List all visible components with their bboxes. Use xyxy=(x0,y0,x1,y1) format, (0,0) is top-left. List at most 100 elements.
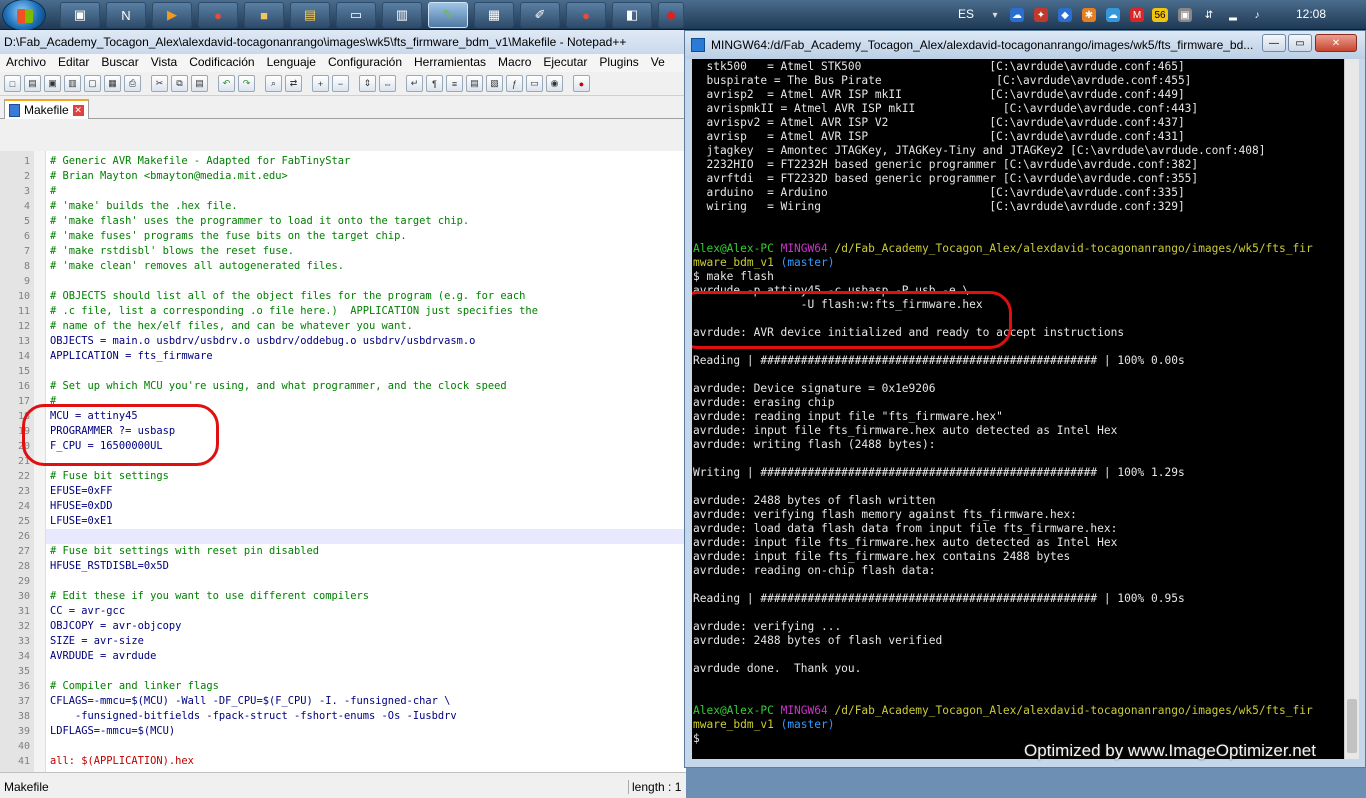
usb-icon[interactable]: ⇵ xyxy=(1202,8,1216,22)
zoom-out-icon[interactable]: − xyxy=(332,75,349,92)
taskbar-app-remote[interactable]: ▭ xyxy=(336,2,376,28)
sync-horizontal-icon[interactable]: ⇔ xyxy=(379,75,396,92)
close-all-icon[interactable]: ▦ xyxy=(104,75,121,92)
start-button[interactable] xyxy=(2,0,46,31)
terminal-line: avrisp2 = Atmel AVR ISP mkII [C:\avrdude… xyxy=(693,88,1185,101)
menu-archivo[interactable]: Archivo xyxy=(0,54,52,72)
terminal-line: stk500 = Atmel STK500 [C:\avrdude\avrdud… xyxy=(693,60,1185,73)
code-line: # OBJECTS should list all of the object … xyxy=(50,290,526,302)
code-line: HFUSE_RSTDISBL=0x5D xyxy=(50,560,169,572)
taskbar-app-pdf[interactable]: ◧ xyxy=(612,2,652,28)
menu-ejecutar[interactable]: Ejecutar xyxy=(537,54,593,72)
taskbar-app-explorer[interactable]: ■ xyxy=(244,2,284,28)
scrollbar-thumb[interactable] xyxy=(1347,699,1357,753)
print-icon[interactable]: ⎙ xyxy=(124,75,141,92)
line-number: 14 xyxy=(17,351,30,362)
cloud-icon[interactable]: ☁ xyxy=(1010,8,1024,22)
terminal-line: avrdude: verifying ... xyxy=(693,620,842,633)
code-line: # Generic AVR Makefile - Adapted for Fab… xyxy=(50,155,351,167)
open-file-icon[interactable]: ▤ xyxy=(24,75,41,92)
close-tab-icon[interactable]: ✕ xyxy=(72,104,84,116)
status-file-type: Makefile xyxy=(4,780,49,794)
tab-makefile[interactable]: Makefile ✕ xyxy=(4,99,89,119)
menu-vista[interactable]: Vista xyxy=(145,54,183,72)
pdf-icon: ◧ xyxy=(625,7,639,22)
onedrive-icon[interactable]: ☁ xyxy=(1106,8,1120,22)
doc-map-icon[interactable]: ▧ xyxy=(486,75,503,92)
find-icon[interactable]: ⌕ xyxy=(265,75,282,92)
taskbar-app-notes[interactable]: ▥ xyxy=(382,2,422,28)
toolbar-separator xyxy=(258,75,262,92)
menu-lenguaje[interactable]: Lenguaje xyxy=(261,54,322,72)
terminal-scrollbar[interactable] xyxy=(1344,59,1359,759)
code-line: # 'make rstdisbl' blows the reset fuse. xyxy=(50,245,294,257)
maximize-button[interactable]: ▭ xyxy=(1288,34,1312,52)
code-editor[interactable]: 1 2 3 4 5 6 7 8 9 10 11 12 13 14 15 16 17 18 19 20 21 22 23 24 2… xyxy=(0,151,686,772)
terminal-line: avrftdi = FT2232D based generic programm… xyxy=(693,172,1199,185)
zoom-in-icon[interactable]: + xyxy=(312,75,329,92)
minimize-button[interactable]: — xyxy=(1262,34,1286,52)
settings-icon[interactable]: ✱ xyxy=(1082,8,1096,22)
undo-icon[interactable]: ↶ xyxy=(218,75,235,92)
language-indicator[interactable]: ES xyxy=(958,7,974,21)
network-drive-icon[interactable]: ▣ xyxy=(1178,8,1192,22)
minimize-icon: — xyxy=(1269,37,1279,49)
volume-icon[interactable]: ♪ xyxy=(1250,8,1264,22)
terminal-line: avrispmkII = Atmel AVR ISP mkII [C:\avrd… xyxy=(693,102,1199,115)
terminal-title: MINGW64:/d/Fab_Academy_Tocagon_Alex/alex… xyxy=(711,38,1254,52)
paste-icon[interactable]: ▤ xyxy=(191,75,208,92)
tray-expand-icon[interactable]: ▾ xyxy=(988,8,1002,22)
menu-editar[interactable]: Editar xyxy=(52,54,95,72)
antivirus-icon[interactable]: ✦ xyxy=(1034,8,1048,22)
menu-codificacion[interactable]: Codificación xyxy=(183,54,260,72)
save-all-icon[interactable]: ▥ xyxy=(64,75,81,92)
taskbar-app-terminal[interactable]: ▦ xyxy=(474,2,514,28)
dropbox-icon[interactable]: ◆ xyxy=(1058,8,1072,22)
tab-label: Makefile xyxy=(24,103,69,117)
record-macro-icon[interactable]: ● xyxy=(573,75,590,92)
menu-configuracion[interactable]: Configuración xyxy=(322,54,408,72)
word-wrap-icon[interactable]: ↵ xyxy=(406,75,423,92)
copy-icon[interactable]: ⧉ xyxy=(171,75,188,92)
monitor-icon[interactable]: ◉ xyxy=(546,75,563,92)
sync-vertical-icon[interactable]: ⇕ xyxy=(359,75,376,92)
signal-icon[interactable]: ▂ xyxy=(1226,8,1240,22)
replace-icon[interactable]: ⇄ xyxy=(285,75,302,92)
tray-badge[interactable]: 56 xyxy=(1152,8,1168,22)
language-icon[interactable]: ▤ xyxy=(466,75,483,92)
clock[interactable]: 12:08 xyxy=(1296,7,1326,21)
redo-icon[interactable]: ↷ xyxy=(238,75,255,92)
new-file-icon[interactable]: □ xyxy=(4,75,21,92)
taskbar-app-chrome2[interactable]: ● xyxy=(566,2,606,28)
line-number: 13 xyxy=(17,336,30,347)
line-number: 23 xyxy=(17,486,30,497)
cut-icon[interactable]: ✂ xyxy=(151,75,168,92)
taskbar-app-notepad[interactable]: N xyxy=(106,2,146,28)
close-file-icon[interactable]: ▢ xyxy=(84,75,101,92)
save-icon[interactable]: ▣ xyxy=(44,75,61,92)
menu-buscar[interactable]: Buscar xyxy=(95,54,144,72)
terminal-output[interactable]: stk500 = Atmel STK500 [C:\avrdude\avrdud… xyxy=(692,59,1344,759)
folder-workspace-icon[interactable]: ▭ xyxy=(526,75,543,92)
menu-herramientas[interactable]: Herramientas xyxy=(408,54,492,72)
taskbar-app-editor[interactable]: ✐ xyxy=(520,2,560,28)
taskbar-app-winrar[interactable]: ▣ xyxy=(60,2,100,28)
line-number: 22 xyxy=(17,471,30,482)
taskbar-app-chrome[interactable]: ● xyxy=(198,2,238,28)
mega-icon[interactable]: M xyxy=(1130,8,1144,22)
taskbar-app-notepadpp[interactable]: ✎ xyxy=(428,2,468,28)
line-number: 5 xyxy=(23,216,30,227)
menu-plugins[interactable]: Plugins xyxy=(593,54,644,72)
close-button[interactable]: ✕ xyxy=(1315,34,1357,52)
prompt-system: MINGW64 xyxy=(780,704,828,717)
menu-macro[interactable]: Macro xyxy=(492,54,537,72)
terminal-line: avrdude: writing flash (2488 bytes): xyxy=(693,438,936,451)
code-line: HFUSE=0xDD xyxy=(50,500,113,512)
menu-ventana[interactable]: Ve xyxy=(645,54,671,72)
taskbar-app-acrobat[interactable]: ◆ xyxy=(658,2,684,28)
taskbar-app-folders[interactable]: ▤ xyxy=(290,2,330,28)
show-symbols-icon[interactable]: ¶ xyxy=(426,75,443,92)
taskbar-app-media[interactable]: ▶ xyxy=(152,2,192,28)
indent-guide-icon[interactable]: ≡ xyxy=(446,75,463,92)
function-list-icon[interactable]: ƒ xyxy=(506,75,523,92)
